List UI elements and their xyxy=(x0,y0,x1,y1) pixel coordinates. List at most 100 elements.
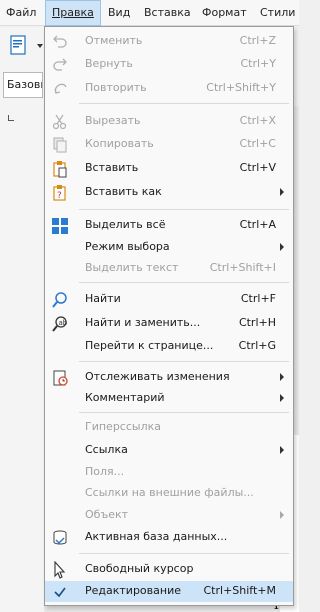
menu-item-hyperlink[interactable]: Гиперссылка xyxy=(45,417,293,438)
export-pdf-icon[interactable] xyxy=(8,34,49,58)
menu-item-shortcut: Ctrl+V xyxy=(239,161,276,174)
menu-item-free-cursor[interactable]: Свободный курсор xyxy=(45,559,293,580)
menu-item-label: Гиперссылка xyxy=(85,420,161,433)
menu-item-label: Найти и заменить... xyxy=(85,316,201,329)
menu-item-label: Объект xyxy=(85,508,129,521)
menu-item-label: Вырезать xyxy=(85,114,141,127)
paragraph-style-value: Базовый xyxy=(7,78,42,91)
svg-text:?: ? xyxy=(57,191,62,201)
menu-file-label: Файл xyxy=(6,6,37,19)
repeat-icon xyxy=(51,80,69,98)
submenu-arrow-icon xyxy=(280,394,284,402)
submenu-arrow-icon xyxy=(280,188,284,196)
menu-item-edit-mode[interactable]: Редактирование Ctrl+Shift+M xyxy=(45,581,293,602)
menu-separator xyxy=(79,412,289,413)
ruler-tab-marker xyxy=(8,115,14,121)
submenu-arrow-icon xyxy=(280,446,284,454)
menu-separator xyxy=(79,209,289,210)
menu-edit[interactable]: Правка xyxy=(45,0,101,26)
menu-item-shortcut: Ctrl+Y xyxy=(240,57,276,70)
menu-view-label: Вид xyxy=(108,6,131,19)
menu-insert-label: Вставка xyxy=(144,6,191,19)
dropdown-arrow-icon[interactable] xyxy=(37,44,43,48)
menu-item-label: Свободный курсор xyxy=(85,562,194,575)
search-icon xyxy=(51,291,69,309)
menu-insert[interactable]: Вставка xyxy=(144,0,191,26)
checkmark-icon xyxy=(51,583,69,601)
menu-item-repeat[interactable]: Повторить Ctrl+Shift+Y xyxy=(45,78,293,99)
menu-item-shortcut: Ctrl+Shift+I xyxy=(209,261,276,274)
menu-item-link[interactable]: Ссылка xyxy=(45,440,293,461)
menu-item-label: Копировать xyxy=(85,137,154,150)
menu-item-shortcut: Ctrl+A xyxy=(239,218,276,231)
menu-item-fields[interactable]: Поля... xyxy=(45,462,293,483)
menu-item-label: Отслеживать изменения xyxy=(85,370,230,383)
menu-item-label: Вставить xyxy=(85,161,139,174)
menu-item-select-text[interactable]: Выделить текст Ctrl+Shift+I xyxy=(45,258,293,279)
menubar: Файл Правка Вид Вставка Формат Стили xyxy=(0,0,299,26)
menu-item-paste[interactable]: Вставить Ctrl+V xyxy=(45,158,293,179)
menu-item-label: Поля... xyxy=(85,465,125,478)
menu-format[interactable]: Формат xyxy=(202,0,247,26)
menu-item-label: Редактирование xyxy=(85,584,181,597)
menu-separator xyxy=(79,282,289,283)
menu-item-redo[interactable]: Вернуть Ctrl+Y xyxy=(45,54,293,75)
menu-styles-label: Стили xyxy=(260,6,296,19)
menu-item-selection-mode[interactable]: Режим выбора xyxy=(45,237,293,258)
submenu-arrow-icon xyxy=(280,243,284,251)
menu-item-shortcut: Ctrl+Shift+Y xyxy=(206,81,276,94)
menu-item-undo[interactable]: Отменить Ctrl+Z xyxy=(45,31,293,52)
database-icon xyxy=(51,529,69,547)
menu-item-shortcut: Ctrl+X xyxy=(239,114,276,127)
menu-item-active-database[interactable]: Активная база данных... xyxy=(45,527,293,548)
menu-file[interactable]: Файл xyxy=(6,0,36,26)
paste-icon xyxy=(51,160,69,178)
menu-item-label: Ссылки на внешние файлы... xyxy=(85,486,254,499)
menu-item-label: Вставить как xyxy=(85,185,162,198)
menu-styles[interactable]: Стили xyxy=(260,0,295,26)
menu-item-copy[interactable]: Копировать Ctrl+C xyxy=(45,134,293,155)
redo-icon xyxy=(51,56,69,74)
menu-item-shortcut: Ctrl+G xyxy=(238,339,276,352)
scissors-icon xyxy=(51,113,69,131)
menu-item-find-replace[interactable]: ab Найти и заменить... Ctrl+H xyxy=(45,313,293,334)
menu-item-label: Выделить всё xyxy=(85,218,166,231)
menu-item-track-changes[interactable]: Отслеживать изменения xyxy=(45,367,293,388)
menu-item-external-links[interactable]: Ссылки на внешние файлы... xyxy=(45,483,293,504)
menu-item-label: Повторить xyxy=(85,81,147,94)
find-replace-icon: ab xyxy=(51,315,69,333)
menu-item-find[interactable]: Найти Ctrl+F xyxy=(45,289,293,310)
undo-icon xyxy=(51,33,69,51)
paste-special-icon: ? xyxy=(51,184,69,202)
submenu-arrow-icon xyxy=(280,511,284,519)
copy-icon xyxy=(51,136,69,154)
edit-menu-dropdown: Отменить Ctrl+Z Вернуть Ctrl+Y Повторить… xyxy=(44,26,294,606)
svg-text:ab: ab xyxy=(59,319,68,327)
menu-item-go-to-page[interactable]: Перейти к странице... Ctrl+G xyxy=(45,336,293,357)
menu-item-object[interactable]: Объект xyxy=(45,505,293,526)
menu-item-label: Ссылка xyxy=(85,443,128,456)
menu-item-label: Комментарий xyxy=(85,391,165,404)
menu-item-label: Выделить текст xyxy=(85,261,179,274)
menu-item-shortcut: Ctrl+H xyxy=(238,316,276,329)
menu-separator xyxy=(79,553,289,554)
cursor-icon xyxy=(51,560,69,579)
paragraph-style-select[interactable]: Базовый xyxy=(3,72,43,98)
menu-item-select-all[interactable]: Выделить всё Ctrl+A xyxy=(45,215,293,236)
select-all-icon xyxy=(51,217,69,235)
menu-item-shortcut: Ctrl+F xyxy=(240,292,276,305)
track-changes-icon xyxy=(51,369,69,387)
menu-item-cut[interactable]: Вырезать Ctrl+X xyxy=(45,111,293,132)
menu-item-paste-special[interactable]: ? Вставить как xyxy=(45,182,293,203)
menu-item-label: Отменить xyxy=(85,34,143,47)
menu-item-label: Вернуть xyxy=(85,57,133,70)
menu-item-shortcut: Ctrl+Shift+M xyxy=(203,584,277,597)
menu-item-label: Найти xyxy=(85,292,121,305)
menu-item-label: Активная база данных... xyxy=(85,530,228,543)
menu-item-label: Перейти к странице... xyxy=(85,339,214,352)
menu-format-label: Формат xyxy=(202,6,247,19)
menu-edit-label: Правка xyxy=(52,6,94,19)
menu-view[interactable]: Вид xyxy=(108,0,130,26)
menu-item-shortcut: Ctrl+Z xyxy=(239,34,276,47)
menu-item-comments[interactable]: Комментарий xyxy=(45,388,293,409)
